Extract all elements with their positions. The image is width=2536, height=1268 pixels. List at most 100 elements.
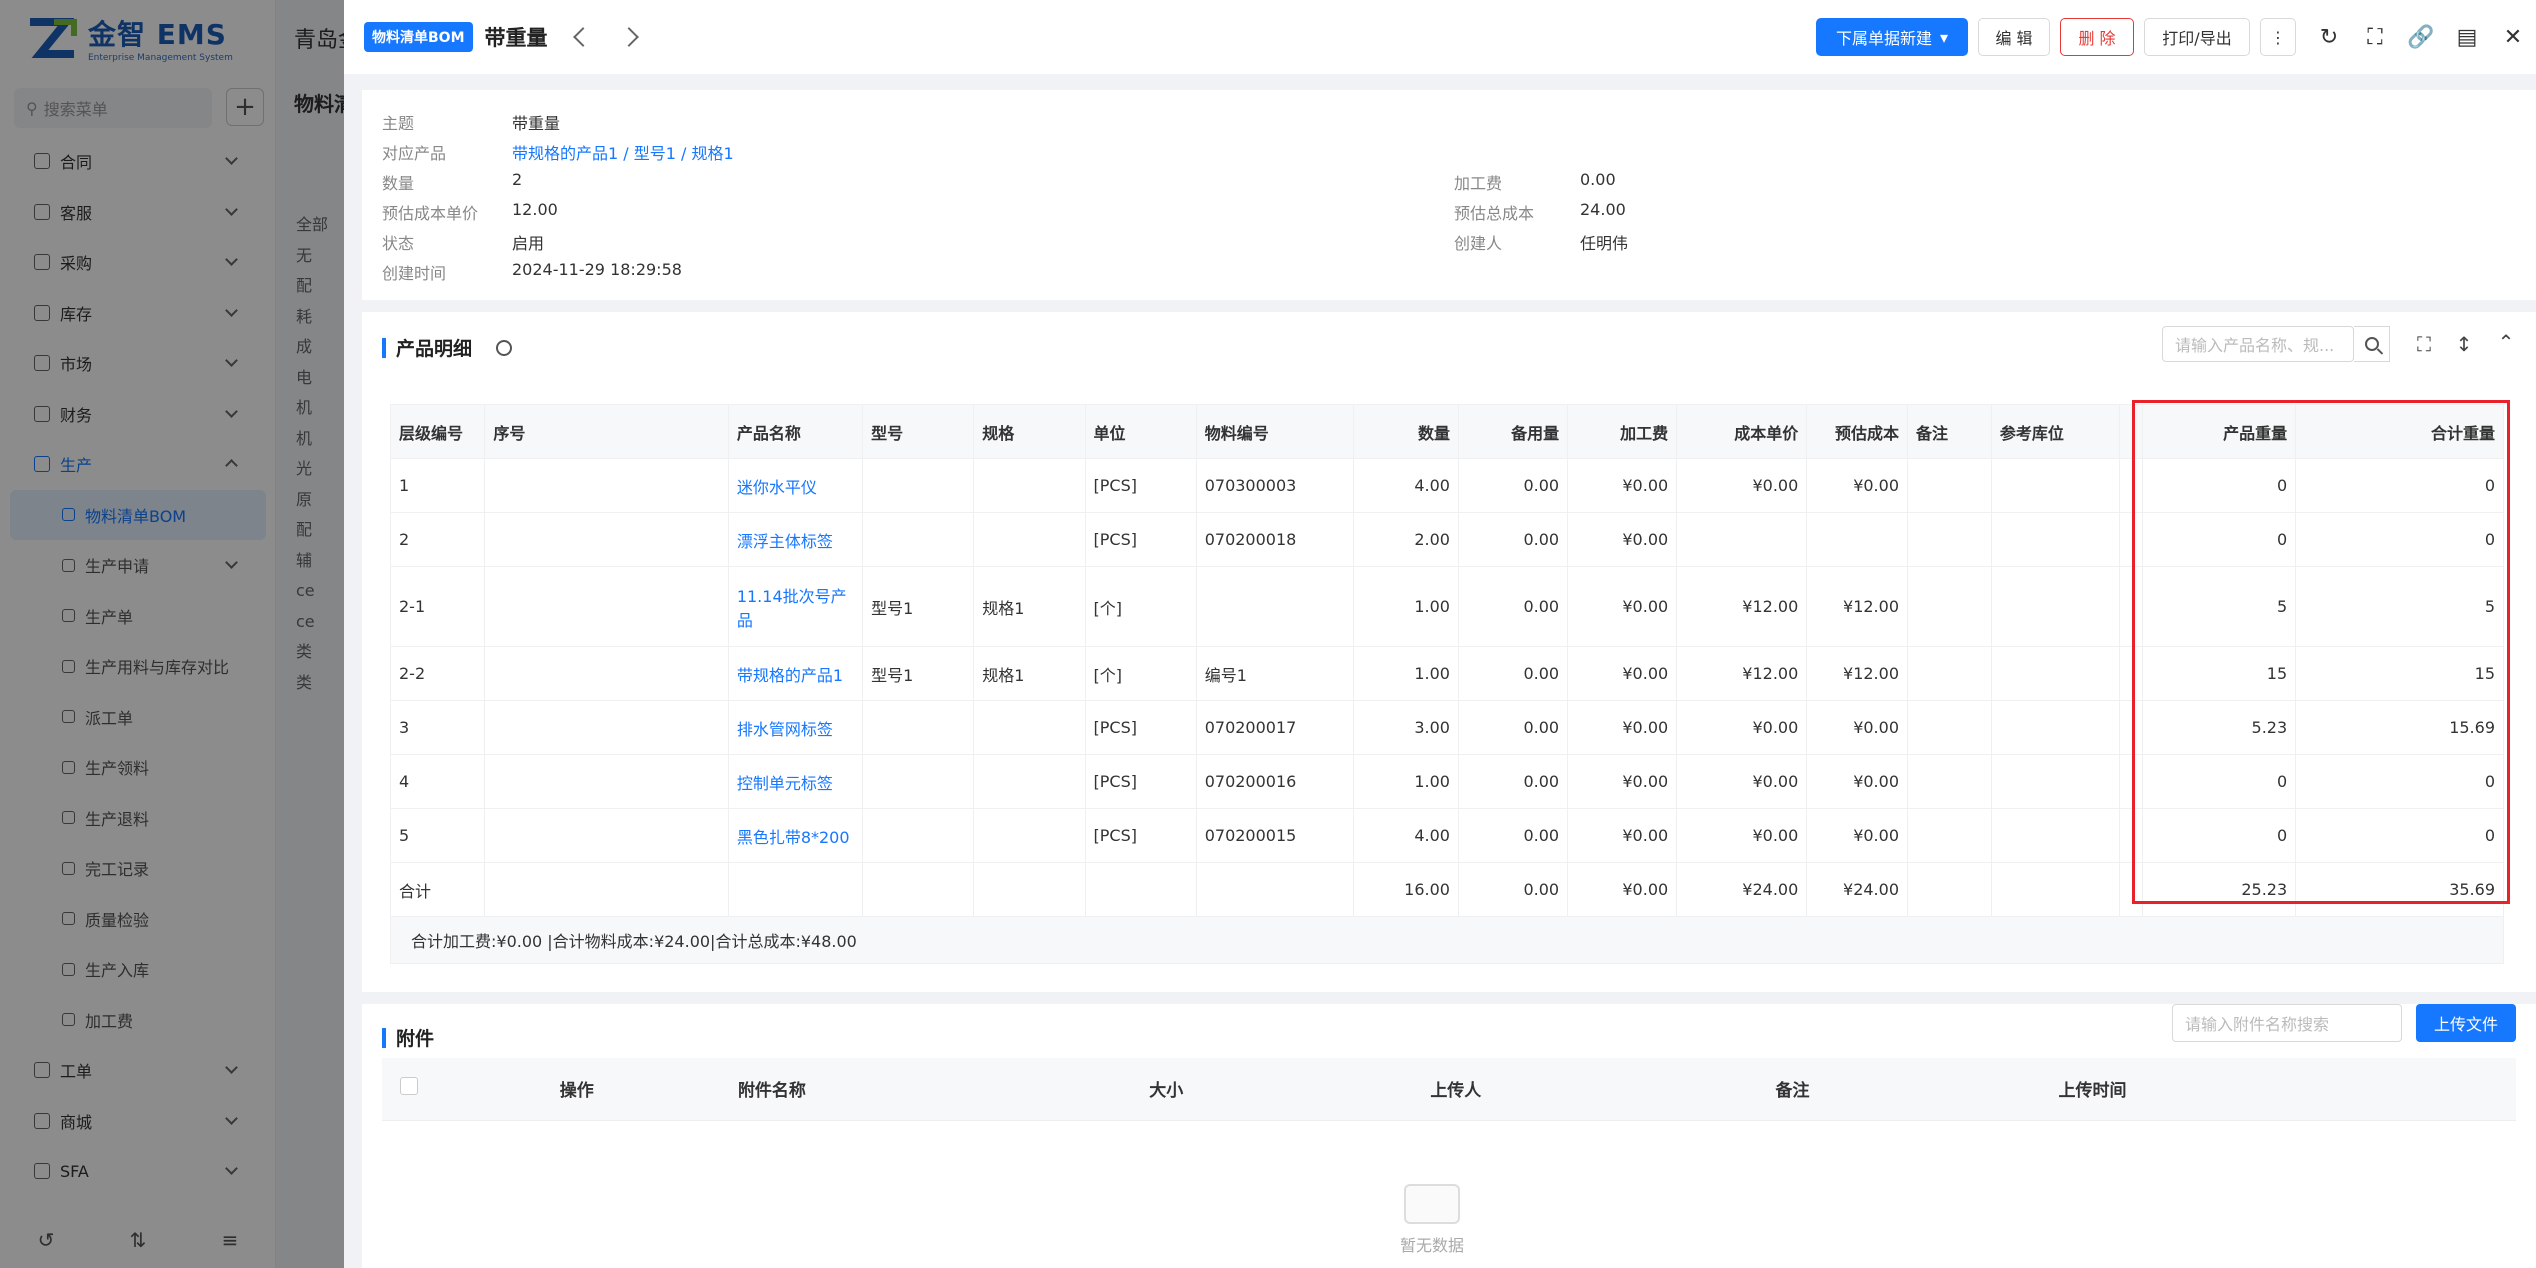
column-header[interactable]: 物料编号 [1195, 404, 1355, 459]
attachment-search-input[interactable]: 请输入附件名称搜索 [2172, 1004, 2402, 1042]
column-header[interactable]: 预估成本 [1806, 404, 1908, 459]
product-search-input[interactable]: 请输入产品名称、规... [2162, 326, 2354, 362]
table-cell: [PCS] [1084, 458, 1197, 513]
gear-icon[interactable] [496, 339, 513, 356]
table-cell: ¥0.00 [1676, 700, 1808, 755]
product-link[interactable]: 带规格的产品1 / 型号1 / 规格1 [512, 140, 734, 164]
product-name-link[interactable]: 控制单元标签 [727, 754, 864, 809]
unit-cost-label: 预估成本单价 [382, 204, 479, 223]
table-cell: 0.00 [1457, 700, 1569, 755]
table-cell: ¥0.00 [1676, 458, 1808, 513]
search-button[interactable] [2354, 326, 2390, 362]
product-name-link[interactable]: 黑色扎带8*200 [727, 808, 864, 863]
table-cell [484, 646, 729, 701]
table-cell: 0.00 [1457, 512, 1569, 567]
close-icon[interactable]: ✕ [2490, 18, 2536, 56]
basic-info-card: 主题 带重量 对应产品 带规格的产品1 / 型号1 / 规格1 数量 2 预估成… [362, 90, 2536, 300]
unit-cost-value: 12.00 [512, 200, 558, 219]
total-cell [484, 862, 729, 917]
column-header: 上传时间 [2038, 1058, 2516, 1121]
column-header[interactable]: 加工费 [1567, 404, 1678, 459]
table-cell: 070200017 [1195, 700, 1355, 755]
print-export-button[interactable]: 打印/导出 [2144, 18, 2250, 56]
table-cell: ¥0.00 [1676, 754, 1808, 809]
total-cell: ¥24.00 [1676, 862, 1808, 917]
table-cell [1990, 700, 2120, 755]
column-header[interactable]: 产品名称 [727, 404, 864, 459]
attachments-card: 附件 请输入附件名称搜索 上传文件 操作 附件名称 大小 上传人 备注 上传时间 暂无数据 [362, 1004, 2536, 1268]
product-detail-card: 产品明细 请输入产品名称、规... ⛶ ↕ ⌃ 层级编号 序号 产品名称 型号 规格 单位… [362, 312, 2536, 992]
link-icon[interactable]: 🔗 [2398, 18, 2444, 56]
table-cell [973, 458, 1086, 513]
table-cell [1195, 566, 1355, 647]
fullscreen-icon[interactable]: ⛶ [2412, 332, 2436, 356]
table-cell [484, 512, 729, 567]
table-cell: 1 [389, 458, 486, 513]
weight-highlight-box [2132, 400, 2510, 904]
upload-button[interactable]: 上传文件 [2416, 1004, 2516, 1042]
checkbox[interactable] [400, 1077, 418, 1096]
table-cell [1806, 512, 1908, 567]
product-name-link[interactable]: 排水管网标签 [727, 700, 864, 755]
cost-summary: 合计加工费:¥0.00 |合计物料成本:¥24.00|合计总成本:¥48.00 [390, 916, 2504, 964]
table-cell: 编号1 [1195, 646, 1355, 701]
table-cell: ¥12.00 [1806, 566, 1908, 647]
table-cell [862, 808, 975, 863]
column-header[interactable]: 成本单价 [1676, 404, 1808, 459]
table-cell [1907, 646, 1992, 701]
creator-value: 任明伟 [1580, 234, 1629, 253]
table-cell: ¥0.00 [1676, 808, 1808, 863]
new-child-doc-button[interactable]: 下属单据新建 ▾ [1816, 18, 1968, 56]
column-header: 附件名称 [717, 1058, 1130, 1121]
table-cell: [个] [1084, 566, 1197, 647]
column-header[interactable]: 规格 [973, 404, 1086, 459]
column-header[interactable]: 数量 [1353, 404, 1459, 459]
product-name-link[interactable]: 漂浮主体标签 [727, 512, 864, 567]
table-cell: 4.00 [1353, 458, 1459, 513]
next-icon[interactable] [618, 27, 639, 47]
refresh-icon[interactable]: ↻ [2306, 18, 2352, 56]
table-cell: 4 [389, 754, 486, 809]
expand-rows-icon[interactable]: ↕ [2452, 332, 2476, 356]
table-cell: 2-2 [389, 646, 486, 701]
table-cell [1990, 458, 2120, 513]
created-value: 2024-11-29 18:29:58 [512, 260, 682, 279]
product-name-link[interactable]: 带规格的产品1 [727, 646, 864, 701]
total-cell [973, 862, 1086, 917]
detail-drawer: 物料清单BOM 带重量 下属单据新建 ▾ 编 辑 删 除 打印/导出 ⋮ ↻ ⛶ … [344, 0, 2536, 1268]
more-icon[interactable]: ⋮ [2260, 18, 2296, 56]
doc-title: 带重量 [484, 26, 548, 50]
prev-icon[interactable] [572, 27, 593, 47]
select-all-checkbox[interactable] [382, 1058, 436, 1121]
table-cell: ¥0.00 [1806, 808, 1908, 863]
table-cell: 0.00 [1457, 646, 1569, 701]
fullscreen-icon[interactable]: ⛶ [2352, 18, 2398, 56]
created-label: 创建时间 [382, 264, 447, 283]
table-cell [973, 754, 1086, 809]
product-name-link[interactable]: 11.14批次号产品 [727, 566, 864, 647]
section-marker [382, 337, 386, 358]
column-header[interactable]: 型号 [862, 404, 975, 459]
column-header[interactable]: 参考库位 [1990, 404, 2120, 459]
table-cell: ¥0.00 [1567, 700, 1678, 755]
collapse-icon[interactable]: ⌃ [2494, 330, 2518, 354]
table-cell: 规格1 [973, 646, 1086, 701]
table-cell: 070200018 [1195, 512, 1355, 567]
column-header[interactable]: 序号 [484, 404, 729, 459]
edit-button[interactable]: 编 辑 [1978, 18, 2050, 56]
product-name-link[interactable]: 迷你水平仪 [727, 458, 864, 513]
total-cell [862, 862, 975, 917]
table-cell: 070200016 [1195, 754, 1355, 809]
delete-button[interactable]: 删 除 [2060, 18, 2134, 56]
table-cell [973, 512, 1086, 567]
table-cell: 0.00 [1457, 808, 1569, 863]
table-cell: [个] [1084, 646, 1197, 701]
column-header[interactable]: 备用量 [1457, 404, 1569, 459]
table-cell: 1.00 [1353, 754, 1459, 809]
layout-icon[interactable]: ▤ [2444, 18, 2490, 56]
column-header[interactable]: 层级编号 [389, 404, 486, 459]
table-cell [862, 458, 975, 513]
column-header[interactable]: 单位 [1084, 404, 1197, 459]
qty-label: 数量 [382, 174, 415, 193]
column-header[interactable]: 备注 [1907, 404, 1992, 459]
